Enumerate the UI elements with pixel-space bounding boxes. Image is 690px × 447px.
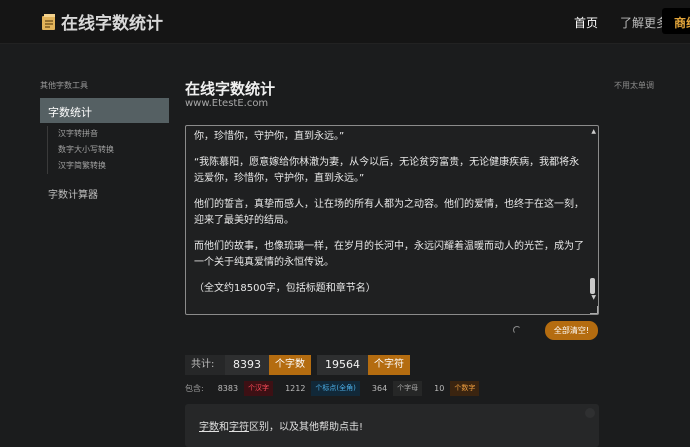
char-count-value: 8393 [225, 355, 269, 375]
help-corner-icon [585, 408, 595, 418]
symbol-count-value: 19564 [317, 355, 368, 375]
sidebar-item-calculator[interactable]: 字数计算器 [48, 186, 98, 201]
right-note: 不用太单调 [614, 81, 654, 90]
sidebar-section-title: 其他字数工具 [40, 81, 88, 90]
digit-count: 10 [434, 384, 445, 393]
sidebar-sub-list: 汉字转拼音 数字大小写转换 汉字简繁转换 [47, 126, 147, 174]
hanzi-count: 8383 [217, 384, 239, 393]
nav-home-link[interactable]: 首页 [574, 14, 598, 31]
page-title: 在线字数统计 [185, 80, 276, 98]
help-panel: 字数和字符区别，以及其他帮助点击! [185, 404, 599, 447]
nav-more-link[interactable]: 了解更多 [620, 14, 668, 31]
sidebar-item-word-count[interactable]: 字数统计 [40, 98, 169, 123]
help-and: 和 [219, 422, 229, 433]
sidebar-item-pinyin[interactable]: 汉字转拼音 [58, 126, 147, 142]
help-rest[interactable]: 区别，以及其他帮助点击! [249, 422, 363, 433]
scroll-down-icon[interactable]: ▼ [591, 294, 596, 301]
punct-badge: 个标点(全角) [311, 381, 360, 396]
detail-breakdown: 包含: 8383 个汉字 1212 个标点(全角) 364 个字母 10 个数字 [185, 381, 491, 396]
letter-badge: 个字母 [393, 381, 423, 396]
editor-paragraph: “我林澈，愿娶陈慕阳为妻，从今以后，无论贫穷富贵，无论健康疾病，我都将永远爱你，… [194, 131, 345, 142]
digit-badge: 个数字 [450, 381, 480, 396]
totals-bar: 共计: 8393 个字数 19564 个字符 [185, 355, 410, 375]
top-navbar: 在线字数统计 首页 了解更多 商线 [0, 0, 690, 44]
clear-all-button[interactable]: 全部清空! [545, 321, 598, 340]
text-editor[interactable]: “我林澈，愿娶陈慕阳为妻，从今以后，无论贫穷富贵，无论健康疾病，我都将永远爱你，… [185, 125, 599, 315]
sidebar-item-simp-trad[interactable]: 汉字简繁转换 [58, 158, 147, 174]
help-link[interactable]: 字数和字符区别，以及其他帮助点击! [199, 418, 363, 433]
help-term-symbols[interactable]: 字符 [229, 422, 249, 433]
editor-paragraph: “我陈慕阳，愿意嫁给你林澈为妻，从今以后，无论贫穷富贵，无论健康疾病，我都将永远… [194, 157, 580, 184]
symbol-count-unit: 个字符 [368, 355, 410, 375]
nav-cta-button[interactable]: 商线 [662, 8, 690, 34]
logo-icon [42, 13, 55, 30]
punct-count: 1212 [285, 384, 306, 393]
resize-handle-icon[interactable] [590, 306, 598, 314]
scrollbar-thumb[interactable] [590, 278, 595, 294]
letter-count: 364 [371, 384, 388, 393]
page-subtitle: www.EtestE.com [185, 98, 269, 109]
sidebar-item-number-case[interactable]: 数字大小写转换 [58, 142, 147, 158]
help-term-chars[interactable]: 字数 [199, 422, 219, 433]
loading-spinner-icon [513, 326, 521, 334]
detail-label: 包含: [185, 384, 204, 393]
scroll-up-icon[interactable]: ▲ [591, 128, 596, 135]
char-count-unit: 个字数 [269, 355, 311, 375]
site-logo[interactable]: 在线字数统计 [40, 9, 163, 34]
logo-text: 在线字数统计 [61, 14, 163, 34]
editor-paragraph: 而他们的故事，也像琉璃一样，在岁月的长河中，永远闪耀着温暖而动人的光芒，成为了一… [194, 241, 584, 268]
totals-label: 共计: [185, 355, 225, 375]
editor-paragraph: （全文约18500字，包括标题和章节名） [194, 283, 376, 294]
editor-paragraph: 他们的誓言，真挚而感人，让在场的所有人都为之动容。他们的爱情，也终于在这一刻，迎… [194, 199, 584, 226]
hanzi-badge: 个汉字 [244, 381, 274, 396]
